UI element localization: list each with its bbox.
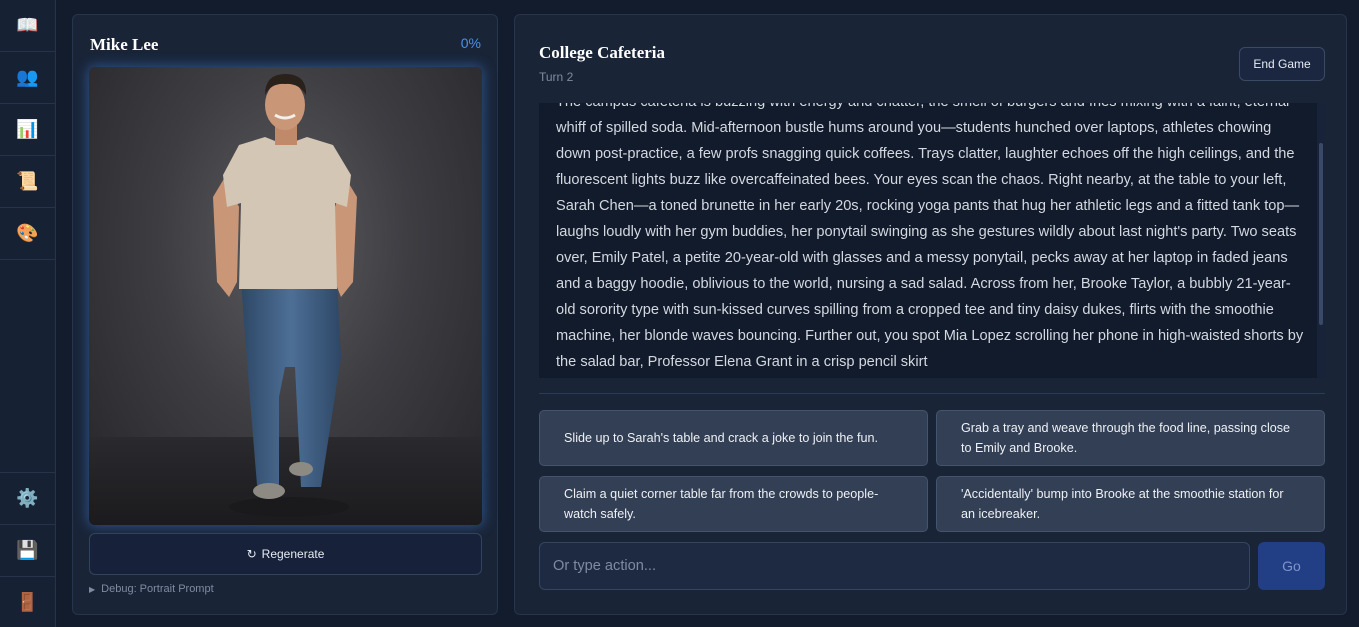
- narrative-scrollbar[interactable]: [1317, 103, 1325, 378]
- go-button[interactable]: Go: [1258, 542, 1325, 590]
- debug-portrait-prompt-toggle[interactable]: ▶ Debug: Portrait Prompt: [89, 583, 214, 595]
- scroll-icon[interactable]: 📜: [0, 156, 55, 208]
- story-icon[interactable]: 📖: [0, 0, 55, 52]
- turn-counter: Turn 2: [539, 70, 574, 84]
- refresh-icon: ↻: [246, 547, 257, 561]
- choice-button-3[interactable]: Claim a quiet corner table far from the …: [539, 476, 928, 532]
- sidebar: 📖 👥 📊 📜 🎨 ⚙️ 💾 🚪: [0, 0, 56, 627]
- settings-icon[interactable]: ⚙️: [0, 472, 55, 524]
- scene-title: College Cafeteria: [539, 43, 666, 62]
- stats-icon[interactable]: 📊: [0, 104, 55, 156]
- end-game-button[interactable]: End Game: [1239, 47, 1325, 81]
- character-name: Mike Lee: [90, 35, 159, 54]
- narrative-text: The campus cafeteria is buzzing with ene…: [556, 103, 1304, 370]
- character-panel: Mike Lee 0% ↻ Regenerate ▶ Debug: Portra…: [72, 14, 498, 615]
- regenerate-button[interactable]: ↻ Regenerate: [89, 533, 482, 575]
- narrative-box[interactable]: The campus cafeteria is buzzing with ene…: [539, 103, 1325, 378]
- scrollbar-thumb[interactable]: [1319, 143, 1323, 325]
- exit-door-icon[interactable]: 🚪: [0, 576, 55, 627]
- choice-button-4[interactable]: 'Accidentally' bump into Brooke at the s…: [936, 476, 1325, 532]
- characters-icon[interactable]: 👥: [0, 52, 55, 104]
- character-portrait: [89, 67, 482, 525]
- palette-icon[interactable]: 🎨: [0, 208, 55, 260]
- regenerate-label: Regenerate: [261, 547, 325, 561]
- scene-panel: College Cafeteria Turn 2 End Game The ca…: [514, 14, 1347, 615]
- choice-button-2[interactable]: Grab a tray and weave through the food l…: [936, 410, 1325, 466]
- debug-label: Debug: Portrait Prompt: [101, 583, 214, 595]
- action-input[interactable]: [539, 542, 1250, 590]
- save-icon[interactable]: 💾: [0, 524, 55, 576]
- divider: [539, 393, 1325, 394]
- disclosure-triangle-icon: ▶: [89, 585, 96, 594]
- choice-button-1[interactable]: Slide up to Sarah's table and crack a jo…: [539, 410, 928, 466]
- character-progress: 0%: [460, 35, 481, 51]
